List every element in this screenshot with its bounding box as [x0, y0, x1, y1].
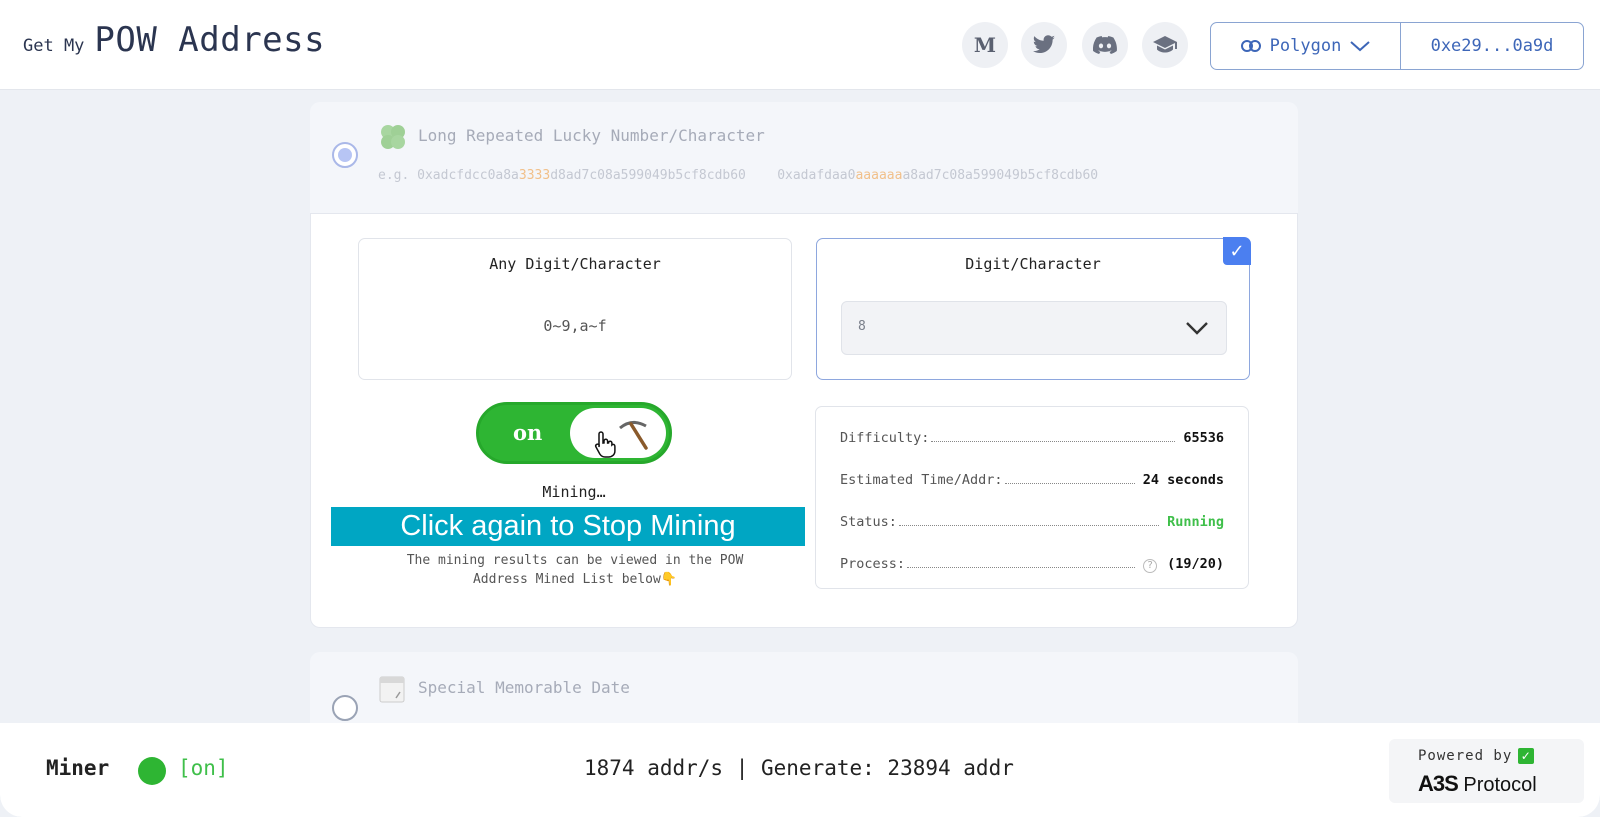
digit-select[interactable]: 8	[841, 301, 1227, 355]
miner-status-dot	[138, 757, 166, 785]
check-icon: ✓	[1518, 748, 1535, 764]
protocol-logo: A3S Protocol	[1418, 771, 1537, 796]
network-selector[interactable]: Polygon	[1211, 23, 1401, 69]
toggle-knob	[570, 408, 666, 458]
digit-select-value: 8	[858, 319, 866, 334]
option-lucky-number[interactable]: Long Repeated Lucky Number/Character e.g…	[310, 102, 1298, 214]
stat-status: Status: Running	[840, 514, 1224, 530]
discord-icon[interactable]	[1082, 22, 1128, 68]
brand-title: POW Address	[94, 20, 326, 60]
card-specific-digit[interactable]: ✓ Digit/Character 8	[816, 237, 1251, 380]
mining-hint: The mining results can be viewed in the …	[406, 553, 744, 587]
network-label: Polygon	[1269, 36, 1342, 56]
docs-icon[interactable]	[1142, 22, 1188, 68]
wallet-address-button[interactable]: 0xe29...0a9d	[1401, 23, 1583, 69]
option-example: e.g. 0xadcfdcc0a8a3333d8ad7c08a599049b5c…	[378, 168, 1099, 183]
twitter-icon[interactable]	[1021, 22, 1067, 68]
card-title: Any Digit/Character	[489, 255, 661, 273]
chevron-down-icon	[1350, 41, 1370, 52]
header: Get My POW Address M Polygon 0xe29...0a9…	[0, 0, 1600, 90]
miner-state: [on]	[178, 756, 229, 780]
calendar-icon	[379, 676, 405, 703]
medium-icon[interactable]: M	[962, 22, 1008, 68]
card-any-digit[interactable]: Any Digit/Character 0~9,a~f	[358, 238, 792, 380]
powered-by-badge[interactable]: Powered by ✓ A3S Protocol	[1389, 739, 1584, 803]
mining-stats-card: Difficulty: 65536 Estimated Time/Addr: 2…	[815, 406, 1249, 589]
miner-label: Miner	[46, 756, 110, 780]
clover-icon	[381, 125, 405, 149]
option-radio-date[interactable]	[332, 695, 358, 721]
brand-small: Get My	[23, 36, 85, 56]
stat-estimated-time: Estimated Time/Addr: 24 seconds	[840, 472, 1224, 488]
wallet-widget: Polygon 0xe29...0a9d	[1210, 22, 1584, 70]
option-title: Special Memorable Date	[418, 678, 630, 697]
hash-rate: 1874 addr/s | Generate: 23894 addr	[584, 756, 1014, 780]
chevron-down-icon	[1186, 322, 1208, 335]
card-sub: 0~9,a~f	[543, 317, 607, 335]
option-title: Long Repeated Lucky Number/Character	[418, 126, 765, 145]
option-radio-lucky[interactable]	[332, 142, 358, 168]
stat-difficulty: Difficulty: 65536	[840, 430, 1224, 446]
pickaxe-icon	[619, 421, 648, 450]
help-icon[interactable]: ?	[1143, 559, 1158, 573]
brand[interactable]: Get My POW Address	[23, 20, 325, 60]
chain-link-icon	[1240, 40, 1261, 52]
mining-status-text: Mining…	[542, 483, 606, 501]
hand-cursor-icon	[594, 431, 616, 458]
mining-toggle[interactable]: on	[476, 402, 672, 464]
toggle-label: on	[513, 420, 543, 445]
app-frame: Get My POW Address M Polygon 0xe29...0a9…	[0, 0, 1600, 817]
stat-process: Process: ? (19/20)	[840, 556, 1224, 573]
stop-mining-banner: Click again to Stop Mining	[331, 507, 805, 546]
status-badge: Running	[1167, 514, 1224, 530]
miner-status-bar: Miner [on] 1874 addr/s | Generate: 23894…	[0, 723, 1600, 817]
card-title: Digit/Character	[965, 255, 1101, 273]
